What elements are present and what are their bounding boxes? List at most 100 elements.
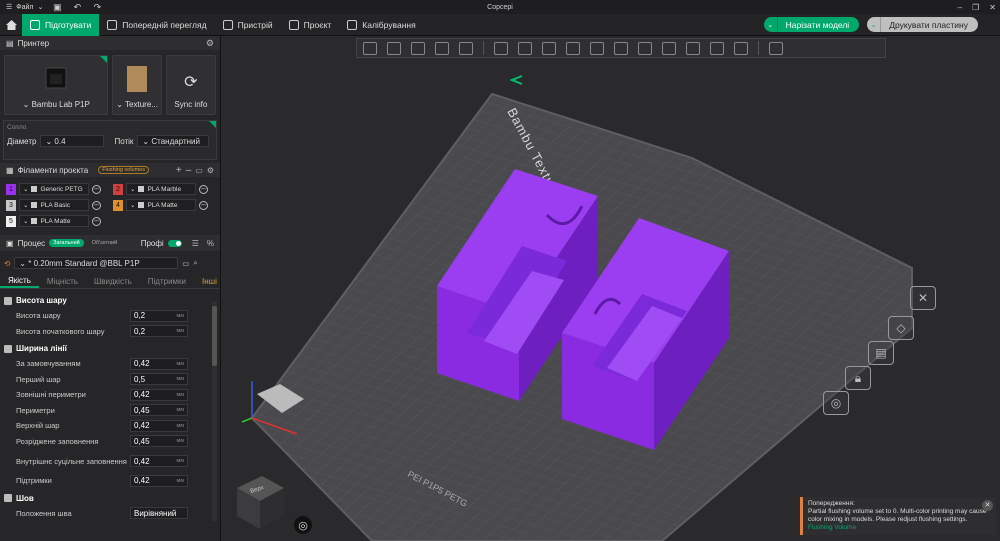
- filament-color-swatch[interactable]: 2: [113, 183, 123, 195]
- process-preset-select[interactable]: ⌄ * 0.20mm Standard @BBL P1P: [14, 257, 179, 269]
- support-paint-icon[interactable]: [614, 41, 628, 55]
- tab-quality[interactable]: Якість: [0, 275, 39, 288]
- chevron-down-icon[interactable]: ⌄: [764, 17, 778, 32]
- view-cube[interactable]: Верх: [237, 476, 284, 529]
- tab-strength[interactable]: Міцність: [39, 275, 86, 288]
- save-preset-icon[interactable]: ▭: [182, 259, 189, 268]
- object-pill[interactable]: Об'єктний: [88, 239, 121, 247]
- filament-select[interactable]: ⌄ PLA Basic: [19, 199, 89, 211]
- param-value-input[interactable]: 0,45 мм: [130, 404, 188, 417]
- remove-filament-icon[interactable]: –: [199, 184, 208, 194]
- plate-settings-icon[interactable]: ◎: [823, 391, 849, 415]
- layout-icon[interactable]: [435, 41, 449, 55]
- filament-color-swatch[interactable]: 3: [6, 199, 16, 211]
- lay-on-face-icon[interactable]: [566, 41, 580, 55]
- percent-icon[interactable]: %: [207, 239, 214, 248]
- filament-select[interactable]: ⌄ PLA Matte: [19, 215, 89, 227]
- tab-device[interactable]: Пристрій: [215, 14, 281, 36]
- scrollbar-thumb[interactable]: [212, 306, 217, 366]
- remove-filament-icon[interactable]: –: [92, 184, 101, 194]
- diameter-select[interactable]: ⌄ 0.4: [40, 135, 105, 147]
- move-icon[interactable]: [494, 41, 508, 55]
- redo-icon[interactable]: ↷: [91, 2, 103, 12]
- scrollbar[interactable]: [212, 301, 217, 521]
- tab-speed[interactable]: Швидкість: [86, 275, 140, 288]
- minimize-icon[interactable]: –: [958, 3, 962, 12]
- gear-icon[interactable]: ⚙: [206, 38, 214, 49]
- remove-icon[interactable]: –: [186, 165, 192, 176]
- tab-calibration[interactable]: Калібрування: [339, 14, 423, 36]
- global-pill[interactable]: Загальний: [49, 239, 84, 247]
- 3d-viewport[interactable]: Bambu Textured PEI Plate PEI P1P5 PETG: [222, 36, 1000, 541]
- measure-icon[interactable]: [686, 41, 700, 55]
- remove-filament-icon[interactable]: –: [92, 216, 101, 226]
- scale-icon[interactable]: [542, 41, 556, 55]
- tab-project[interactable]: Проєкт: [281, 14, 340, 36]
- add-icon[interactable]: +: [176, 165, 182, 176]
- param-value-input[interactable]: Вирівняний: [130, 507, 188, 520]
- param-value-input[interactable]: 0,5 мм: [130, 373, 188, 386]
- gear-icon[interactable]: ⚙: [207, 166, 214, 175]
- param-value-input[interactable]: 0,42 мм: [130, 357, 188, 370]
- viewport-toolbar: [356, 38, 886, 58]
- remove-filament-icon[interactable]: –: [199, 200, 208, 210]
- home-button[interactable]: [0, 14, 22, 36]
- tab-supports[interactable]: Підтримки: [140, 275, 194, 288]
- param-value-input[interactable]: 0,42 мм: [130, 419, 188, 432]
- filament-select[interactable]: ⌄ PLA Matte: [126, 199, 196, 211]
- chevron-down-icon[interactable]: ⌄: [867, 17, 882, 32]
- restore-icon[interactable]: ❐: [972, 3, 979, 12]
- param-value-input[interactable]: 0,2 мм: [130, 325, 188, 338]
- tab-preview[interactable]: Попередній перегляд: [99, 14, 214, 36]
- filament-color-swatch[interactable]: 1: [6, 183, 16, 195]
- grid-arrange-icon[interactable]: [387, 41, 401, 55]
- filament-color-swatch[interactable]: 4: [113, 199, 123, 211]
- assemble-icon[interactable]: [710, 41, 724, 55]
- list-icon[interactable]: [459, 41, 473, 55]
- tab-others[interactable]: Інші: [194, 275, 220, 288]
- mesh-boolean-icon[interactable]: [734, 41, 748, 55]
- param-label: За замовчуванням: [16, 359, 81, 369]
- filament-select[interactable]: ⌄ PLA Marble: [126, 183, 196, 195]
- param-value-input[interactable]: 0,42 мм: [130, 455, 188, 467]
- compare-icon[interactable]: ☰: [192, 239, 199, 248]
- remove-filament-icon[interactable]: –: [92, 200, 101, 210]
- flushing-volume-link[interactable]: Flushing Volume: [808, 524, 856, 531]
- seam-paint-icon[interactable]: [638, 41, 652, 55]
- advanced-toggle[interactable]: [167, 239, 182, 247]
- save-icon[interactable]: ▣: [51, 2, 63, 12]
- text-icon[interactable]: [662, 41, 676, 55]
- sync-filament-icon[interactable]: ▭: [195, 166, 203, 175]
- reset-icon[interactable]: ⟲: [4, 259, 10, 268]
- cut-icon[interactable]: [590, 41, 604, 55]
- close-icon[interactable]: ✕: [982, 500, 993, 511]
- sync-info-button[interactable]: ⟳ Sync info: [165, 55, 216, 115]
- tab-prepare[interactable]: Підготувати: [22, 13, 100, 36]
- rotate-icon[interactable]: [518, 41, 532, 55]
- close-icon[interactable]: ✕: [910, 286, 936, 310]
- auto-orient-icon[interactable]: ◇: [888, 316, 914, 340]
- filament-color-swatch[interactable]: 5: [6, 215, 16, 227]
- print-button[interactable]: ⌄ Друкувати пластину: [867, 17, 978, 32]
- param-value-input[interactable]: 0,42 мм: [130, 474, 188, 487]
- lock-icon[interactable]: 🔒︎: [845, 366, 871, 390]
- variable-layer-icon[interactable]: [769, 41, 783, 55]
- add-object-icon[interactable]: [363, 41, 377, 55]
- param-value-input[interactable]: 0,45 мм: [130, 435, 188, 448]
- flushing-badge[interactable]: Flushing volumes: [98, 166, 149, 174]
- arrange-icon[interactable]: ▤: [868, 341, 894, 365]
- chevron-left-icon[interactable]: [509, 75, 523, 85]
- param-value-input[interactable]: 0,2 мм: [130, 309, 188, 322]
- slice-button[interactable]: ⌄ Нарізати моделі: [763, 17, 860, 32]
- printer-select-card[interactable]: ⌄ Bambu Lab P1P: [4, 55, 109, 115]
- orient-icon[interactable]: [411, 41, 425, 55]
- filament-select[interactable]: ⌄ Generic PETG: [19, 183, 89, 195]
- search-icon[interactable]: ⌕: [193, 258, 197, 268]
- flow-select[interactable]: ⌄ Стандартний: [137, 135, 210, 147]
- undo-icon[interactable]: ↶: [71, 2, 83, 12]
- close-window-icon[interactable]: ✕: [989, 3, 996, 12]
- plate-select-card[interactable]: ⌄ Texture...: [112, 55, 162, 115]
- file-menu[interactable]: ☰ Файл ⌄: [6, 3, 43, 12]
- focus-icon[interactable]: ◎: [294, 516, 312, 534]
- param-value-input[interactable]: 0,42 мм: [130, 388, 188, 401]
